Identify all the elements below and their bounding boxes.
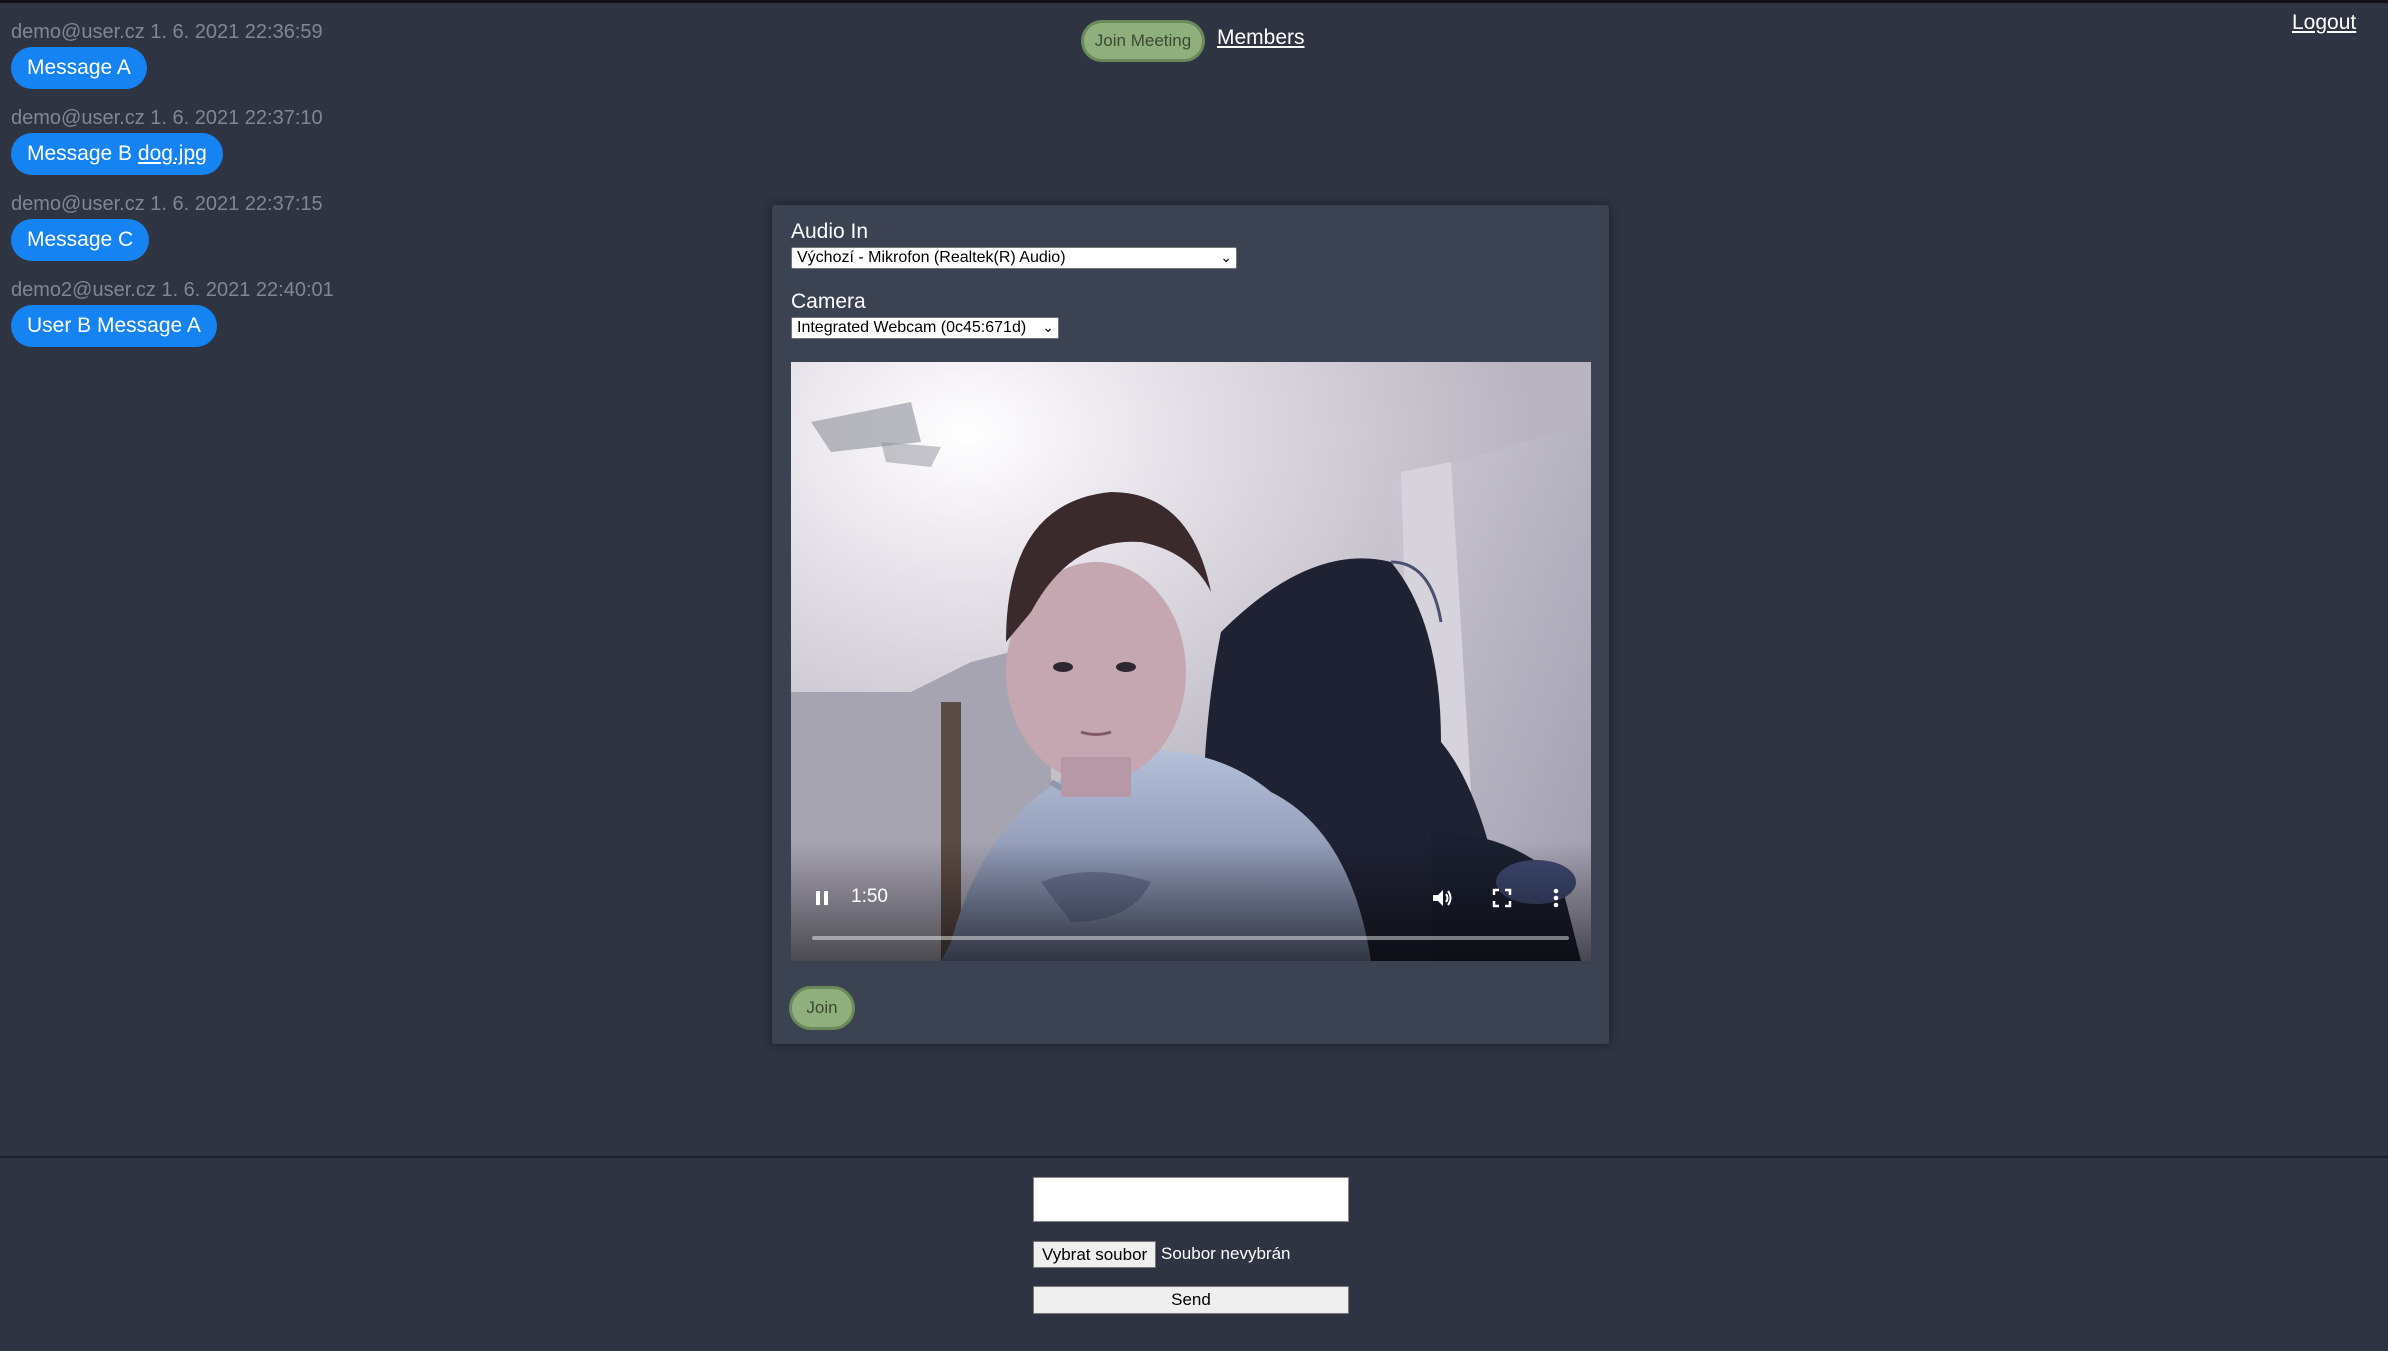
file-status-text: Soubor nevybrán bbox=[1161, 1244, 1291, 1263]
more-options-icon[interactable] bbox=[1553, 887, 1559, 909]
message-author: demo@user.cz bbox=[11, 193, 145, 215]
camera-preview-video[interactable]: 1:50 bbox=[791, 362, 1591, 961]
message-timestamp: 1. 6. 2021 22:36:59 bbox=[150, 21, 323, 43]
fullscreen-icon[interactable] bbox=[1492, 888, 1512, 908]
video-progress-bar[interactable] bbox=[812, 936, 1569, 940]
chevron-down-icon: ⌄ bbox=[1042, 319, 1054, 335]
meeting-setup-dialog: Audio In Výchozí - Mikrofon (Realtek(R) … bbox=[772, 205, 1609, 1044]
logout-link[interactable]: Logout bbox=[2292, 11, 2356, 35]
chevron-down-icon: ⌄ bbox=[1220, 249, 1232, 265]
camera-label: Camera bbox=[791, 290, 866, 313]
message-timestamp: 1. 6. 2021 22:37:15 bbox=[150, 193, 323, 215]
message-author: demo@user.cz bbox=[11, 21, 145, 43]
audio-in-value: Výchozí - Mikrofon (Realtek(R) Audio) bbox=[797, 249, 1066, 266]
message-meta: demo@user.cz 1. 6. 2021 22:37:10 bbox=[11, 106, 511, 130]
message-text: Message A bbox=[27, 56, 131, 79]
audio-in-label: Audio In bbox=[791, 220, 869, 243]
message-bubble: Message A bbox=[11, 47, 147, 89]
volume-icon[interactable] bbox=[1431, 887, 1453, 909]
send-button[interactable]: Send bbox=[1033, 1286, 1349, 1314]
join-button[interactable]: Join bbox=[789, 986, 855, 1030]
choose-file-button[interactable]: Vybrat soubor bbox=[1033, 1241, 1157, 1268]
message-text: User B Message A bbox=[27, 314, 201, 337]
message-item: demo@user.cz 1. 6. 2021 22:36:59 Message… bbox=[11, 20, 511, 89]
join-meeting-button[interactable]: Join Meeting bbox=[1081, 20, 1205, 62]
video-controls-overlay bbox=[791, 841, 1591, 961]
top-border bbox=[0, 0, 2388, 3]
message-bubble: Message C bbox=[11, 219, 150, 261]
members-link[interactable]: Members bbox=[1217, 26, 1305, 50]
message-item: demo@user.cz 1. 6. 2021 22:37:10 Message… bbox=[11, 106, 511, 175]
message-meta: demo2@user.cz 1. 6. 2021 22:40:01 bbox=[11, 278, 511, 302]
message-author: demo@user.cz bbox=[11, 107, 145, 129]
video-time: 1:50 bbox=[851, 886, 888, 907]
message-list: demo@user.cz 1. 6. 2021 22:36:59 Message… bbox=[11, 20, 511, 364]
message-item: demo@user.cz 1. 6. 2021 22:37:15 Message… bbox=[11, 192, 511, 261]
message-author: demo2@user.cz bbox=[11, 279, 156, 301]
message-timestamp: 1. 6. 2021 22:40:01 bbox=[161, 279, 334, 301]
composer-divider bbox=[0, 1156, 2388, 1158]
message-timestamp: 1. 6. 2021 22:37:10 bbox=[150, 107, 323, 129]
camera-value: Integrated Webcam (0c45:671d) bbox=[797, 319, 1027, 336]
message-text: Message C bbox=[27, 228, 134, 251]
attachment-link[interactable]: dog.jpg bbox=[138, 142, 207, 165]
camera-select[interactable]: Integrated Webcam (0c45:671d) ⌄ bbox=[791, 317, 1059, 339]
message-bubble: Message B dog.jpg bbox=[11, 133, 223, 175]
pause-icon[interactable] bbox=[815, 890, 829, 906]
message-item: demo2@user.cz 1. 6. 2021 22:40:01 User B… bbox=[11, 278, 511, 347]
message-text: Message B bbox=[27, 142, 133, 165]
message-textarea[interactable] bbox=[1033, 1177, 1349, 1222]
message-meta: demo@user.cz 1. 6. 2021 22:36:59 bbox=[11, 20, 511, 44]
message-bubble: User B Message A bbox=[11, 305, 217, 347]
audio-in-select[interactable]: Výchozí - Mikrofon (Realtek(R) Audio) ⌄ bbox=[791, 247, 1237, 269]
message-meta: demo@user.cz 1. 6. 2021 22:37:15 bbox=[11, 192, 511, 216]
